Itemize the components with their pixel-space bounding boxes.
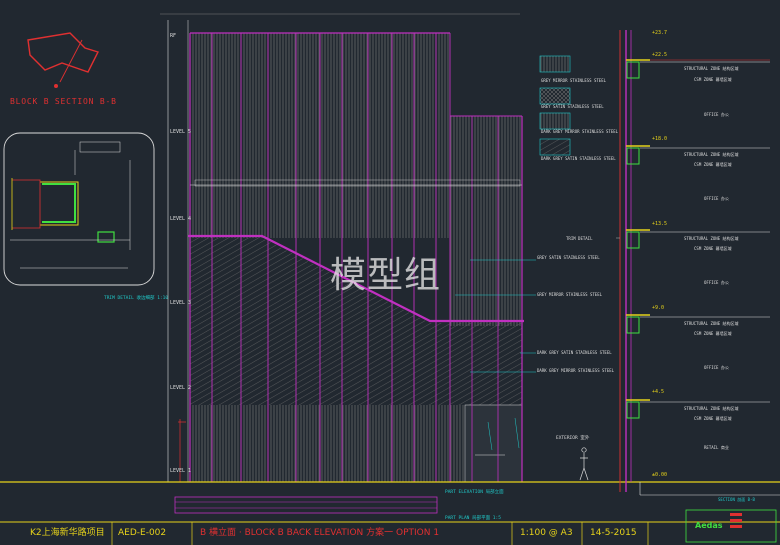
legend-grey-mirror: GREY MIRROR STAINLESS STEEL <box>541 78 607 83</box>
part-plan-label: PART PLAN 局部平面 1:5 <box>445 514 501 521</box>
csm-zone-2: CSM ZONE 幕墙区域 <box>694 330 732 336</box>
level-label-rf: RF <box>170 33 176 39</box>
drawing-code: AED-E-002 <box>118 528 167 538</box>
drawing-scale: 1:100 @ A3 <box>520 528 573 538</box>
legend-dark-grey-satin: DARK GREY SATIN STAINLESS STEEL <box>541 156 616 161</box>
structural-zone-5: STRUCTURAL ZONE 结构区域 <box>684 65 739 71</box>
cad-drawing-page: BLOCK B SECTION B-B TRIM DETAIL 收边细部 1:1… <box>0 0 780 545</box>
retail-label: RETAIL 商业 <box>704 444 729 450</box>
level-label-5: LEVEL 5 <box>170 129 191 135</box>
office-label-2: OFFICE 办公 <box>704 364 729 370</box>
level-label-3: LEVEL 3 <box>170 300 191 306</box>
office-label-4: OFFICE 办公 <box>704 195 729 201</box>
exterior-label: EXTERIOR 室外 <box>556 434 590 441</box>
trim-detail-callout: TRIM DETAIL <box>566 236 593 241</box>
elevation-18-0: +18.0 <box>652 136 667 142</box>
elevation-13-5: +13.5 <box>652 221 667 227</box>
drawing-date: 14-5-2015 <box>590 528 637 538</box>
elevation-0-00: ±0.00 <box>652 472 667 478</box>
callout-dark-grey-mirror: DARK GREY MIRROR STAINLESS STEEL <box>537 368 615 373</box>
structural-zone-1: STRUCTURAL ZONE 结构区域 <box>684 405 739 411</box>
section-label: SECTION 剖面 B-B <box>718 496 755 502</box>
human-figure-icon <box>579 447 589 481</box>
office-label-5: OFFICE 办公 <box>704 111 729 117</box>
csm-zone-4: CSM ZONE 幕墙区域 <box>694 161 732 167</box>
project-name: K2上海新华路项目 <box>30 528 105 538</box>
level-label-4: LEVEL 4 <box>170 216 191 222</box>
elevation-4-5: +4.5 <box>652 389 664 395</box>
watermark: 模型组 <box>330 255 442 296</box>
elevation-23-7: +23.7 <box>652 30 667 36</box>
elevation-22-5: +22.5 <box>652 52 667 58</box>
trim-detail-drawing <box>3 132 155 286</box>
structural-zone-4: STRUCTURAL ZONE 结构区域 <box>684 151 739 157</box>
drawing-title: B 横立面 · BLOCK B BACK ELEVATION 方案一 OPTIO… <box>200 528 440 538</box>
block-section-label: BLOCK B SECTION B-B <box>10 97 117 106</box>
callout-grey-mirror: GREY MIRROR STAINLESS STEEL <box>537 292 603 297</box>
section-b-b-drawing <box>616 30 780 496</box>
structural-zone-2: STRUCTURAL ZONE 结构区域 <box>684 320 739 326</box>
legend-grey-satin: GREY SATIN STAINLESS STEEL <box>541 104 604 109</box>
level-label-2: LEVEL 2 <box>170 385 191 391</box>
csm-zone-3: CSM ZONE 幕墙区域 <box>694 245 732 251</box>
trim-detail-label: TRIM DETAIL 收边细部 1:10 <box>104 294 168 301</box>
csm-zone-5: CSM ZONE 幕墙区域 <box>694 76 732 82</box>
aedas-logo: Aedas <box>695 521 723 530</box>
level-label-1: LEVEL 1 <box>170 468 191 474</box>
callout-dark-grey-satin: DARK GREY SATIN STAINLESS STEEL <box>537 350 612 355</box>
office-label-3: OFFICE 办公 <box>704 279 729 285</box>
block-key-plan: BLOCK B SECTION B-B <box>10 32 117 106</box>
structural-zone-3: STRUCTURAL ZONE 结构区域 <box>684 235 739 241</box>
callout-grey-satin: GREY SATIN STAINLESS STEEL <box>537 255 600 260</box>
elevation-9-0: +9.0 <box>652 305 664 311</box>
part-elevation-label: PART ELEVATION 局部立面 <box>445 488 504 495</box>
legend-dark-grey-mirror: DARK GREY MIRROR STAINLESS STEEL <box>541 129 619 134</box>
csm-zone-1: CSM ZONE 幕墙区域 <box>694 415 732 421</box>
